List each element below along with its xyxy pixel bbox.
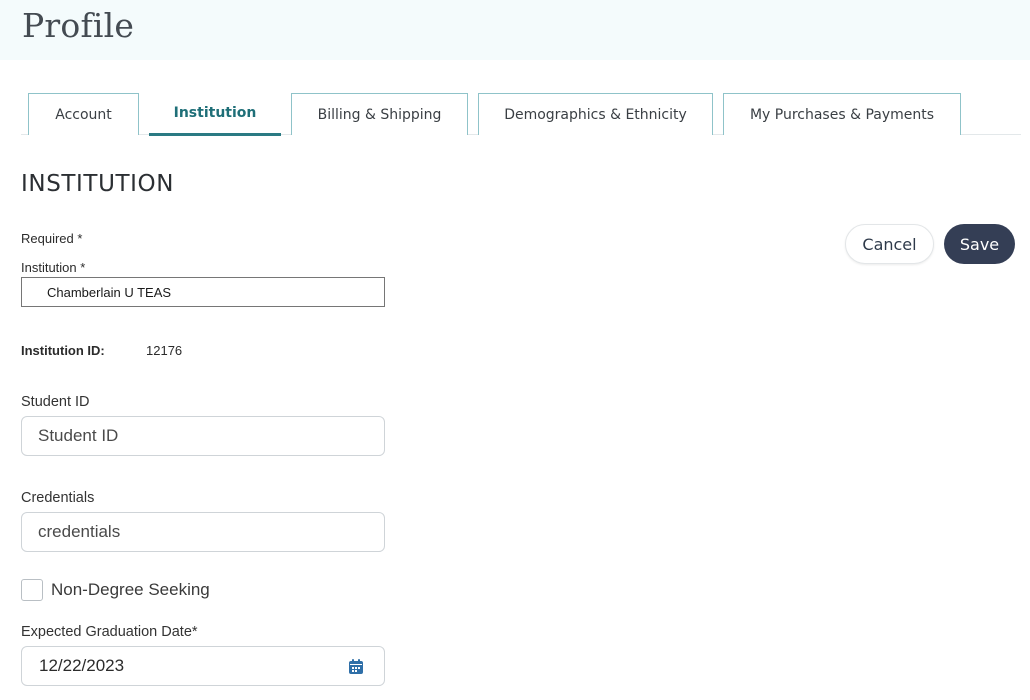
profile-tabs: Account Institution Billing & Shipping D… <box>0 93 1030 136</box>
student-id-input[interactable]: Student ID <box>21 416 385 456</box>
non-degree-label[interactable]: Non-Degree Seeking <box>51 580 210 600</box>
student-id-label: Student ID <box>21 394 90 410</box>
credentials-placeholder: credentials <box>38 522 121 541</box>
tab-label: Demographics & Ethnicity <box>504 106 687 123</box>
credentials-input[interactable]: credentials <box>21 512 385 552</box>
required-note: Required * <box>21 231 83 246</box>
institution-label: Institution * <box>21 260 86 275</box>
save-button[interactable]: Save <box>944 224 1015 264</box>
page-header: Profile <box>0 0 1030 60</box>
active-tab-indicator <box>149 133 281 136</box>
tab-account[interactable]: Account <box>28 93 139 135</box>
institution-value: Chamberlain U TEAS <box>47 284 172 300</box>
tab-label: Institution <box>173 105 257 121</box>
non-degree-checkbox[interactable] <box>21 579 43 601</box>
section-title: INSTITUTION <box>21 171 175 197</box>
graduation-date-value: 12/22/2023 <box>39 656 125 675</box>
cancel-button[interactable]: Cancel <box>845 224 934 264</box>
page-title: Profile <box>22 6 135 45</box>
graduation-date-label: Expected Graduation Date* <box>21 624 198 640</box>
tab-purchases-payments[interactable]: My Purchases & Payments <box>723 93 961 135</box>
tab-billing-shipping[interactable]: Billing & Shipping <box>291 93 468 135</box>
credentials-label: Credentials <box>21 490 95 506</box>
tab-institution[interactable]: Institution <box>149 93 281 136</box>
graduation-date-input[interactable]: 12/22/2023 <box>21 646 385 686</box>
institution-select[interactable]: Chamberlain U TEAS <box>21 277 385 307</box>
tab-label: Account <box>55 106 112 123</box>
institution-id-label: Institution ID: <box>21 343 105 358</box>
tab-demographics-ethnicity[interactable]: Demographics & Ethnicity <box>478 93 713 135</box>
calendar-icon[interactable] <box>349 659 363 674</box>
institution-id-value: 12176 <box>146 343 183 358</box>
tab-label: My Purchases & Payments <box>749 106 935 123</box>
tab-label: Billing & Shipping <box>317 106 442 123</box>
student-id-placeholder: Student ID <box>38 426 119 445</box>
